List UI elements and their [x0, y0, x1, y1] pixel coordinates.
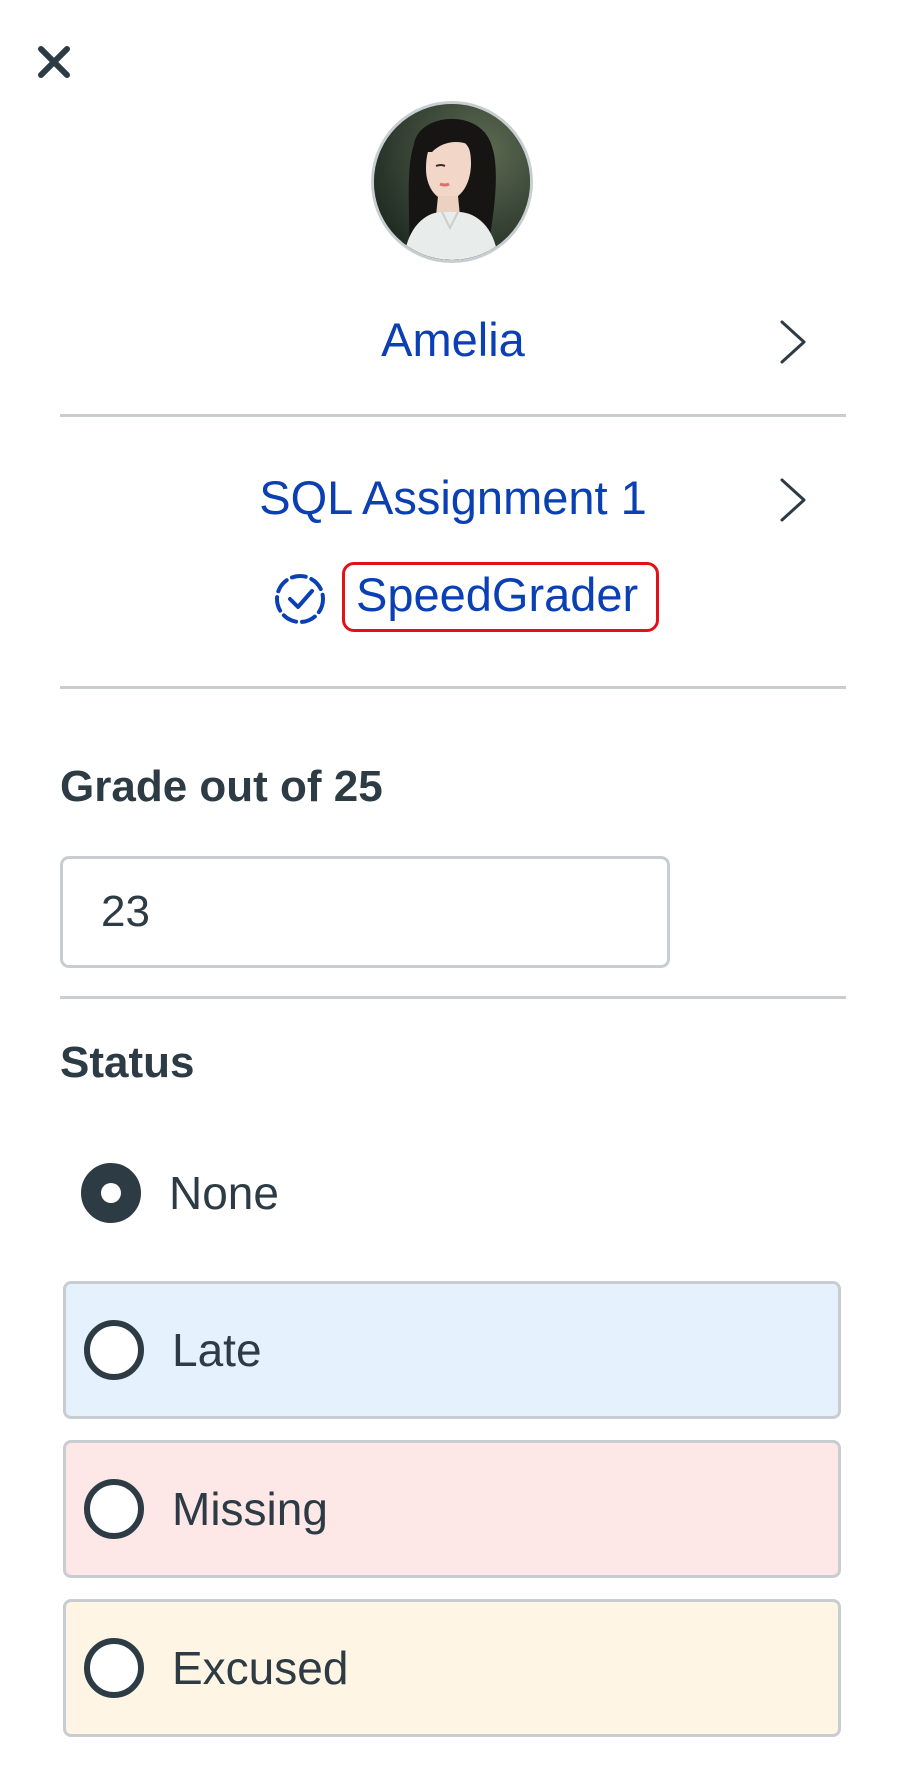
speedgrader-icon: [275, 574, 325, 624]
speedgrader-link[interactable]: SpeedGrader: [268, 562, 660, 632]
status-option-missing[interactable]: Missing: [63, 1440, 841, 1578]
assignment-title: SQL Assignment 1: [259, 471, 647, 524]
radio-unselected-icon: [84, 1638, 144, 1698]
grade-heading: Grade out of 25: [60, 762, 383, 811]
status-option-excused[interactable]: Excused: [63, 1599, 841, 1737]
speedgrader-label: SpeedGrader: [342, 562, 660, 632]
chevron-right-icon: [780, 478, 806, 522]
status-option-label: Excused: [172, 1642, 349, 1694]
student-name: Amelia: [381, 313, 525, 366]
grade-input[interactable]: [60, 856, 670, 968]
close-icon: [38, 46, 70, 78]
status-option-late[interactable]: Late: [63, 1281, 841, 1419]
assignment-title-row[interactable]: SQL Assignment 1: [60, 468, 846, 528]
status-option-label: Missing: [172, 1483, 328, 1535]
radio-unselected-icon: [84, 1320, 144, 1380]
divider: [60, 414, 846, 417]
close-button[interactable]: [36, 44, 72, 80]
divider: [60, 686, 846, 689]
radio-selected-icon: [81, 1163, 141, 1223]
status-option-label: Late: [172, 1324, 262, 1376]
status-option-none[interactable]: None: [63, 1124, 841, 1262]
avatar-image: [374, 104, 530, 260]
avatar: [371, 101, 533, 263]
radio-unselected-icon: [84, 1479, 144, 1539]
chevron-right-icon: [780, 320, 806, 364]
student-name-row[interactable]: Amelia: [60, 310, 846, 370]
status-option-label: None: [169, 1167, 279, 1219]
divider: [60, 996, 846, 999]
status-heading: Status: [60, 1038, 195, 1087]
